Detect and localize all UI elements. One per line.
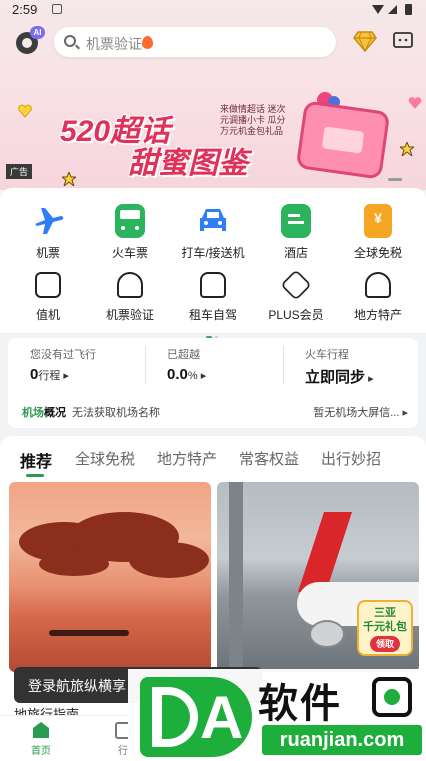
heart-icon: [408, 97, 422, 109]
search-bar[interactable]: 机票验证: [54, 27, 336, 57]
status-bar: 2:59: [0, 0, 426, 20]
duty-free-icon: ¥: [364, 204, 392, 238]
checkin-icon: [35, 272, 61, 298]
airport-overview[interactable]: 机场概况 无法获取机场名称: [22, 404, 160, 420]
tab-indicator: [26, 474, 44, 477]
watermark-logo: A: [140, 677, 252, 757]
status-time: 2:59: [12, 2, 38, 17]
feed-card-airplane[interactable]: 三亚 千元礼包 领取: [217, 482, 419, 672]
wifi-icon: [372, 5, 384, 14]
star-icon: [62, 172, 76, 186]
fire-icon: [142, 36, 153, 49]
banner-pager: [388, 178, 402, 181]
promo-gift-badge[interactable]: 三亚 千元礼包 领取: [357, 600, 413, 656]
star-icon: [400, 142, 414, 156]
service-ticket-verify[interactable]: 机票验证: [90, 272, 170, 323]
verify-icon: [117, 272, 143, 298]
tab-duty-free[interactable]: 全球免税: [75, 448, 135, 469]
flight-count[interactable]: 您没有过飞行 0行程 ▸: [30, 346, 96, 383]
service-duty-free[interactable]: ¥ 全球免税: [338, 204, 418, 261]
search-placeholder: 机票验证: [86, 36, 142, 52]
service-hotel[interactable]: 酒店: [256, 204, 336, 261]
service-grid: 机票 火车票 打车/接送机 酒店 ¥ 全球免税 值机 机票验证 租车自驾 PLU…: [0, 188, 426, 339]
service-flight[interactable]: 机票: [8, 204, 88, 261]
signal-icon: [388, 5, 397, 14]
battery-icon: [405, 4, 412, 15]
home-icon: [30, 720, 52, 740]
app-logo[interactable]: AI: [14, 26, 45, 54]
tab-local-specialty[interactable]: 地方特产: [157, 448, 217, 469]
service-car-rental[interactable]: 租车自驾: [173, 272, 253, 323]
airplane-tail: [298, 512, 352, 592]
local-specialty-icon: [365, 272, 391, 298]
service-local-specialty[interactable]: 地方特产: [338, 272, 418, 323]
nav-home[interactable]: 首页: [14, 720, 68, 757]
ad-label: 广告: [6, 164, 33, 179]
tab-recommend[interactable]: 推荐: [20, 448, 52, 472]
diamond-icon[interactable]: [353, 30, 377, 53]
feed-tabs: 推荐 全球免税 地方特产 常客权益 出行妙招: [0, 448, 426, 477]
top-section: 2:59 AI 机票验证 520超话 甜蜜图鉴 来做情超话 迷次元调播小卡 瓜分…: [0, 0, 426, 190]
plane-icon: [31, 204, 65, 238]
rental-car-icon: [200, 272, 226, 298]
search-icon: [64, 35, 76, 47]
site-watermark: A 软件 ruanjian.com: [128, 669, 426, 761]
love-card-illustration: [295, 100, 391, 180]
tab-frequent-flyer[interactable]: 常客权益: [239, 448, 299, 469]
watermark-brand: 软件: [258, 682, 342, 726]
message-icon[interactable]: [392, 31, 414, 51]
train-icon: [115, 204, 145, 238]
service-plus-member[interactable]: PLUS会员: [256, 269, 336, 323]
heart-icon: [18, 104, 32, 118]
watermark-icon: [372, 677, 412, 717]
airport-screen-info[interactable]: 暂无机场大屏信... ▸: [313, 404, 408, 420]
boat-image: [49, 630, 129, 636]
ai-badge: AI: [30, 26, 45, 39]
watermark-url: ruanjian.com: [262, 725, 422, 755]
tab-travel-tips[interactable]: 出行妙招: [321, 448, 381, 469]
car-icon: [196, 204, 230, 238]
hotel-icon: [281, 204, 311, 238]
service-taxi[interactable]: 打车/接送机: [173, 204, 253, 261]
plus-member-icon: [280, 269, 312, 301]
claim-button[interactable]: 领取: [369, 636, 400, 652]
banner-note: 来做情超话 迷次元调播小卡 瓜分万元机金包礼品: [220, 104, 286, 136]
notification-icon: [52, 4, 62, 14]
trip-summary-card[interactable]: 您没有过飞行 0行程 ▸ 已超越 0.0% ▸ 火车行程 立即同步 ▸ 机场概况…: [8, 338, 418, 428]
service-train[interactable]: 火车票: [90, 204, 170, 261]
banner-subtitle: 甜蜜图鉴: [128, 147, 248, 180]
feed-card-sunset[interactable]: [9, 482, 211, 672]
service-checkin[interactable]: 值机: [8, 272, 88, 323]
train-sync[interactable]: 火车行程 立即同步 ▸: [305, 346, 374, 387]
surpass-percent[interactable]: 已超越 0.0% ▸: [167, 346, 206, 383]
